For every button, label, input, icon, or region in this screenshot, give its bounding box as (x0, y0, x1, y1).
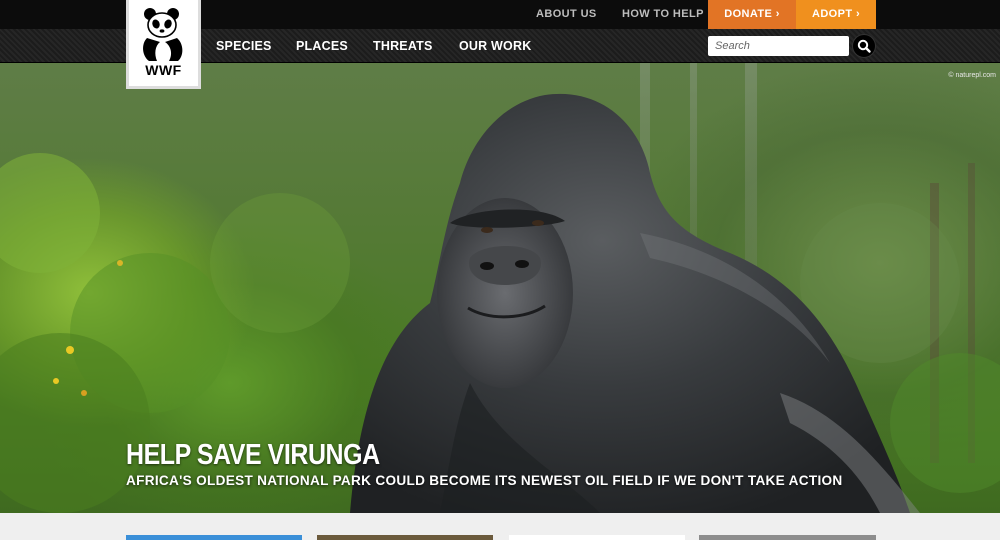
hero-title[interactable]: HELP SAVE VIRUNGA (126, 439, 380, 472)
search-button[interactable] (852, 34, 876, 58)
nav-item-species[interactable]: SPECIES (216, 29, 272, 63)
feature-tile[interactable] (126, 535, 302, 540)
photo-credit: © naturepl.com (948, 72, 996, 79)
nav-item-our-work[interactable]: OUR WORK (459, 29, 531, 63)
about-us-link[interactable]: ABOUT US (536, 0, 597, 29)
nav-item-threats[interactable]: THREATS (373, 29, 433, 63)
feature-tile[interactable] (509, 535, 685, 540)
feature-tile[interactable] (699, 535, 876, 540)
logo-wordmark: WWF (145, 62, 182, 78)
hero-banner[interactable]: © naturepl.com HELP SAVE VIRUNGA AFRICA'… (0, 63, 1000, 513)
adopt-button[interactable]: ADOPT › (796, 0, 876, 29)
search-input[interactable] (708, 36, 849, 56)
how-to-help-link[interactable]: HOW TO HELP (622, 0, 704, 29)
nav-item-places[interactable]: PLACES (296, 29, 348, 63)
hero-subtitle[interactable]: AFRICA'S OLDEST NATIONAL PARK COULD BECO… (126, 473, 843, 488)
donate-button[interactable]: DONATE › (708, 0, 796, 29)
search-icon (857, 39, 871, 53)
panda-icon (143, 8, 183, 61)
page: ABOUT US HOW TO HELP DONATE › ADOPT › SP… (0, 0, 1000, 540)
feature-strip (0, 513, 1000, 540)
wwf-logo[interactable]: WWF (126, 0, 201, 89)
feature-tile[interactable] (317, 535, 493, 540)
